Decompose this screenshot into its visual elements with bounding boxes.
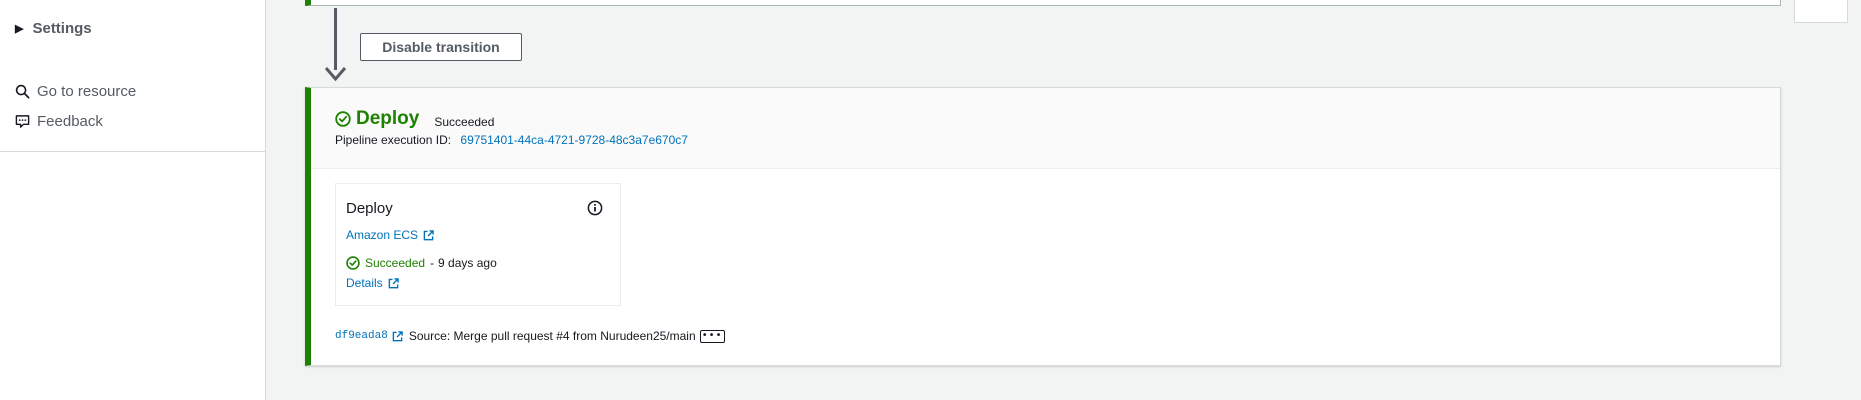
success-check-icon xyxy=(346,256,360,270)
commit-message: Source: Merge pull request #4 from Nurud… xyxy=(408,329,696,343)
provider-label: Amazon ECS xyxy=(346,228,419,242)
action-status: Succeeded xyxy=(365,256,426,270)
stage-header: Deploy Succeeded Pipeline execution ID: … xyxy=(311,88,1780,169)
success-check-icon xyxy=(335,111,351,127)
commit-row: df9eada8 Source: Merge pull request #4 f… xyxy=(335,329,725,343)
deploy-action-card: Deploy Amazon ECS Succeeded - 9 days ago… xyxy=(335,183,621,306)
go-to-resource-link[interactable]: Go to resource xyxy=(15,83,136,100)
settings-toggle[interactable]: ▶ Settings xyxy=(15,20,92,37)
external-link-icon xyxy=(388,277,399,288)
stage-title: Deploy Succeeded xyxy=(335,108,494,130)
stage-status: Succeeded xyxy=(434,114,495,129)
execution-id-row: Pipeline execution ID: 69751401-44ca-472… xyxy=(335,133,688,147)
action-name: Deploy xyxy=(346,200,393,217)
arrow-down-icon xyxy=(324,67,347,82)
right-status-panel xyxy=(1794,0,1848,23)
sidebar: ▶ Settings Go to resource Feedback xyxy=(0,0,266,400)
transition-arrow-line xyxy=(334,8,337,70)
details-link[interactable]: Details xyxy=(346,276,399,290)
disable-transition-button[interactable]: Disable transition xyxy=(360,33,522,61)
go-to-resource-label: Go to resource xyxy=(37,83,137,100)
more-options-button[interactable]: ••• xyxy=(699,329,725,343)
sidebar-divider xyxy=(0,151,265,152)
execution-id-label: Pipeline execution ID: xyxy=(335,133,452,147)
feedback-label: Feedback xyxy=(37,113,103,130)
commit-hash-link[interactable]: df9eada8 xyxy=(335,330,388,342)
external-link-icon[interactable] xyxy=(392,330,403,342)
action-status-row: Succeeded - 9 days ago xyxy=(346,256,497,270)
details-label: Details xyxy=(346,276,383,290)
execution-id-link[interactable]: 69751401-44ca-4721-9728-48c3a7e670c7 xyxy=(460,133,688,147)
feedback-link[interactable]: Feedback xyxy=(15,113,103,130)
feedback-icon xyxy=(15,115,30,128)
provider-link[interactable]: Amazon ECS xyxy=(346,228,434,242)
deploy-stage-panel: Deploy Succeeded Pipeline execution ID: … xyxy=(305,87,1781,366)
external-link-icon xyxy=(423,229,434,240)
action-time-ago: 9 days ago xyxy=(438,256,497,270)
status-separator: - xyxy=(430,256,435,270)
stage-name: Deploy xyxy=(356,108,420,129)
previous-stage-panel xyxy=(305,0,1781,6)
search-icon xyxy=(15,84,30,99)
caret-right-icon: ▶ xyxy=(15,23,24,35)
info-icon[interactable] xyxy=(587,200,603,216)
settings-label: Settings xyxy=(32,20,92,37)
